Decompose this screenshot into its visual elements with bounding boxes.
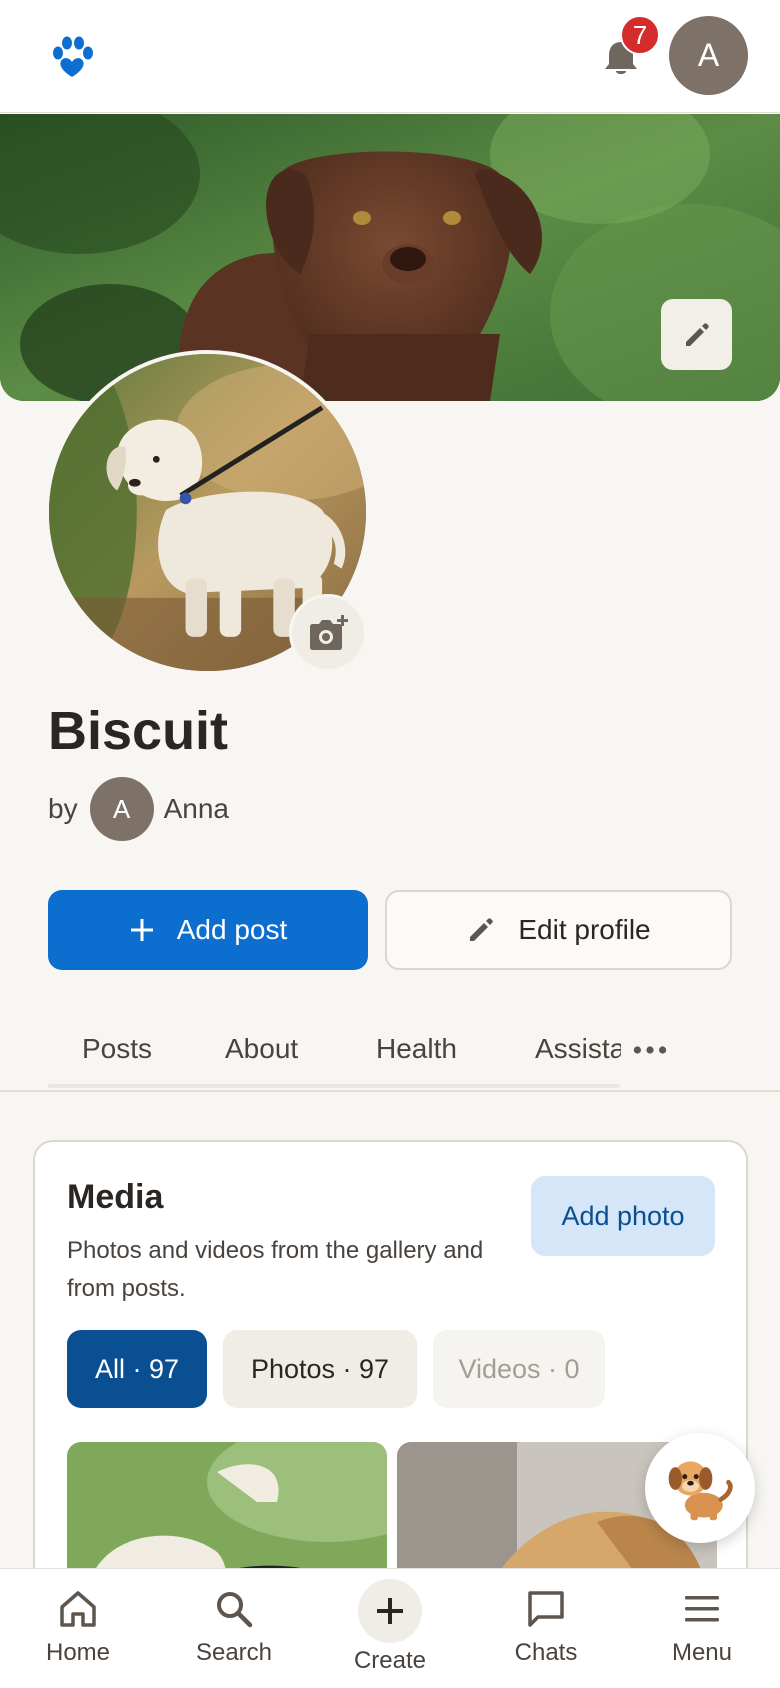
chat-icon	[528, 1591, 564, 1627]
nav-menu[interactable]: Menu	[632, 1587, 772, 1667]
owner-avatar[interactable]: A	[89, 777, 154, 841]
filter-chip-videos[interactable]: Videos · 0	[433, 1330, 605, 1408]
edit-profile-label: Edit profile	[518, 914, 651, 945]
edit-cover-button[interactable]	[661, 299, 732, 370]
pencil-icon	[470, 918, 494, 941]
add-post-button[interactable]: Add post	[48, 890, 368, 970]
more-tabs-button[interactable]	[626, 1028, 674, 1072]
by-label: by	[48, 793, 78, 824]
plus-icon	[377, 1598, 403, 1624]
hamburger-icon	[685, 1596, 719, 1622]
tabs-divider	[0, 1090, 780, 1092]
tab-about[interactable]: About	[225, 1033, 298, 1065]
search-icon	[217, 1592, 253, 1628]
create-button[interactable]	[358, 1579, 422, 1643]
add-post-label: Add post	[176, 914, 288, 945]
nav-chats-label: Chats	[514, 1639, 578, 1666]
plus-icon	[130, 919, 153, 941]
edit-profile-button[interactable]: Edit profile	[385, 890, 732, 970]
nav-menu-label: Menu	[671, 1639, 733, 1666]
media-title: Media	[67, 1178, 164, 1216]
media-description: Photos and videos from the gallery and f…	[67, 1237, 484, 1302]
nav-search-label: Search	[195, 1639, 273, 1666]
nav-chats[interactable]: Chats	[476, 1587, 616, 1667]
notification-badge: 7	[620, 15, 660, 55]
top-app-bar: 7 A	[0, 0, 780, 113]
pet-name: Biscuit	[48, 701, 229, 761]
pencil-icon	[685, 322, 709, 346]
nav-create-label: Create	[353, 1647, 427, 1674]
paw-heart-icon[interactable]	[48, 34, 96, 82]
nav-create[interactable]: Create	[320, 1579, 460, 1675]
tab-posts[interactable]: Posts	[82, 1033, 152, 1065]
tab-health[interactable]: Health	[376, 1033, 457, 1065]
assistant-fab[interactable]	[645, 1433, 755, 1543]
bottom-navigation: Home Search Create Chats Menu	[0, 1568, 780, 1688]
owner-row: by A Anna	[48, 776, 229, 842]
nav-search[interactable]: Search	[164, 1587, 304, 1667]
change-photo-button[interactable]	[289, 594, 367, 672]
home-icon	[60, 1591, 96, 1627]
dog-mascot-icon	[668, 1461, 733, 1521]
more-horizontal-icon	[633, 1046, 667, 1054]
nav-home[interactable]: Home	[8, 1587, 148, 1667]
nav-home-label: Home	[45, 1639, 111, 1666]
filter-chip-photos[interactable]: Photos · 97	[223, 1330, 417, 1408]
tab-assistant[interactable]: Assista	[535, 1033, 621, 1065]
add-photo-button[interactable]: Add photo	[531, 1176, 715, 1256]
tabs-scroll-track	[48, 1084, 620, 1088]
camera-plus-icon	[310, 615, 348, 650]
filter-chip-all[interactable]: All · 97	[67, 1330, 207, 1408]
owner-name[interactable]: Anna	[164, 793, 229, 825]
user-avatar[interactable]: A	[669, 16, 748, 95]
